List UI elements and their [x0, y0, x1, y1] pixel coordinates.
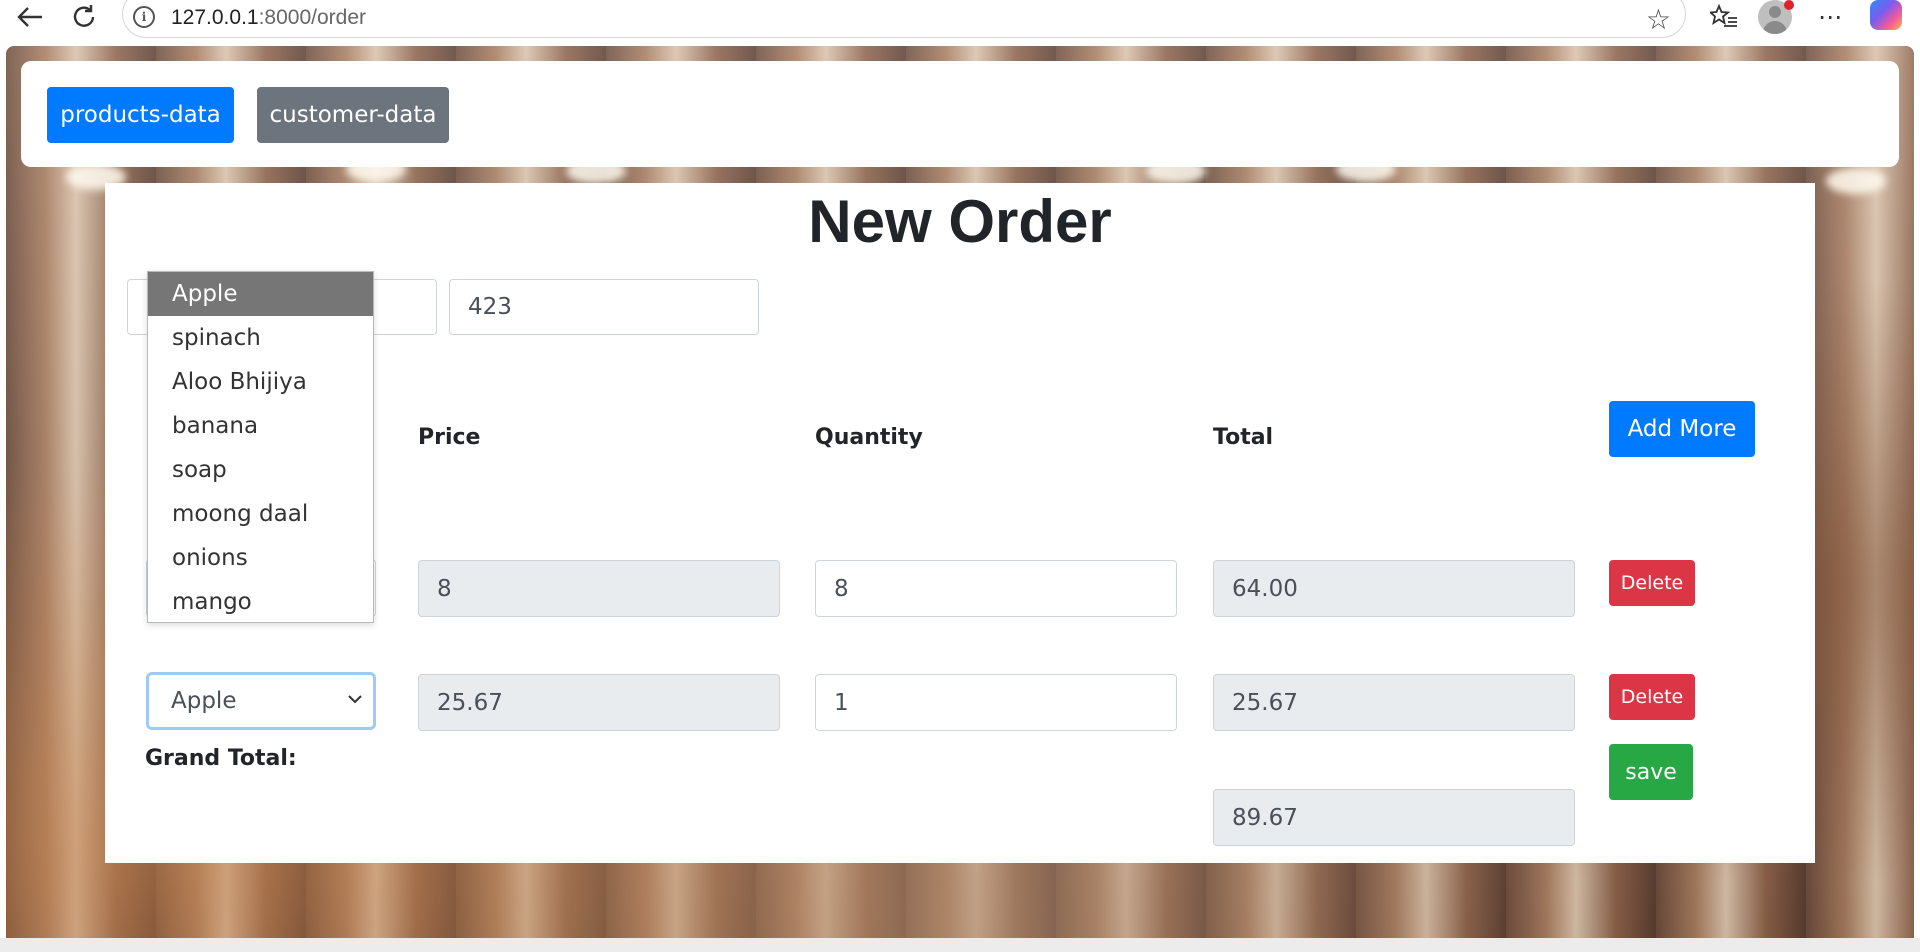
save-button[interactable]: save	[1609, 744, 1693, 800]
address-bar[interactable]: i 127.0.0.1:8000/order ☆	[122, 0, 1686, 38]
dropdown-option[interactable]: onions	[148, 536, 373, 580]
dropdown-option[interactable]: mango	[148, 580, 373, 624]
customer-phone-input[interactable]: 423	[449, 279, 759, 335]
product-dropdown-list: Apple spinach Aloo Bhijiya banana soap m…	[147, 271, 374, 623]
back-arrow-icon[interactable]	[10, 0, 50, 34]
info-icon[interactable]: i	[133, 6, 155, 28]
product-select-value: Apple	[171, 688, 237, 714]
status-strip	[0, 938, 1920, 952]
url-path: :8000/order	[258, 6, 367, 29]
dropdown-option[interactable]: soap	[148, 448, 373, 492]
delete-row-button[interactable]: Delete	[1609, 674, 1695, 720]
delete-row-button[interactable]: Delete	[1609, 560, 1695, 606]
quantity-field[interactable]: 1	[815, 674, 1177, 731]
star-icon[interactable]: ☆	[1646, 3, 1671, 36]
favorites-icon[interactable]	[1704, 0, 1744, 34]
dropdown-option[interactable]: moong daal	[148, 492, 373, 536]
product-select[interactable]: Apple	[146, 672, 376, 730]
row-total-field: 64.00	[1213, 560, 1575, 617]
quantity-field[interactable]: 8	[815, 560, 1177, 617]
row-total-field: 25.67	[1213, 674, 1575, 731]
url-host: 127.0.0.1	[171, 6, 259, 29]
quantity-header: Quantity	[815, 425, 923, 450]
chevron-down-icon	[347, 689, 363, 710]
reload-icon[interactable]	[64, 0, 104, 34]
price-field: 8	[418, 560, 780, 617]
dropdown-option[interactable]: spinach	[148, 316, 373, 360]
price-header: Price	[418, 425, 481, 450]
price-field: 25.67	[418, 674, 780, 731]
top-navbar: products-data customer-data	[21, 61, 1899, 167]
more-icon[interactable]: ⋯	[1810, 0, 1850, 34]
customer-data-button[interactable]: customer-data	[257, 87, 449, 143]
notification-dot	[1784, 0, 1794, 10]
add-more-button[interactable]: Add More	[1609, 401, 1755, 457]
browser-toolbar: i 127.0.0.1:8000/order ☆ ⋯	[0, 0, 1920, 46]
copilot-icon[interactable]	[1870, 0, 1902, 30]
dropdown-option[interactable]: Aloo Bhijiya	[148, 360, 373, 404]
total-header: Total	[1213, 425, 1274, 450]
url-text: 127.0.0.1:8000/order	[171, 6, 366, 30]
dropdown-option[interactable]: banana	[148, 404, 373, 448]
products-data-button[interactable]: products-data	[47, 87, 234, 143]
page-title: New Order	[808, 188, 1112, 255]
grand-total-field: 89.67	[1213, 789, 1575, 846]
dropdown-option[interactable]: Apple	[148, 272, 373, 316]
grand-total-label: Grand Total:	[145, 746, 297, 771]
